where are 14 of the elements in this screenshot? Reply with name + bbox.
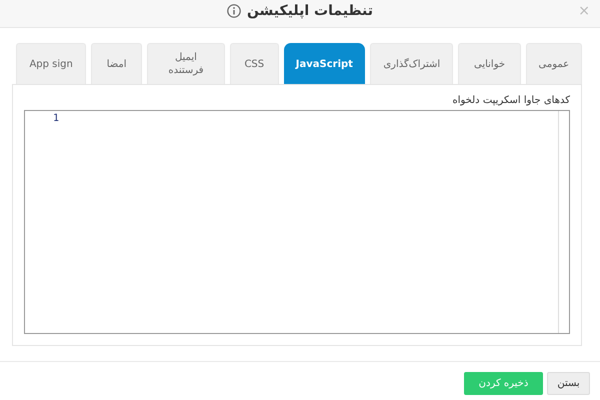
line-number: 1 (52, 113, 59, 124)
tab[interactable]: خوانایی (458, 43, 521, 84)
tab[interactable]: CSS (230, 43, 279, 84)
tab[interactable]: JavaScript (284, 43, 366, 84)
tab[interactable]: ایمیل فرستنده (146, 43, 225, 84)
tab[interactable]: اشتراک‌گذاری (370, 43, 454, 84)
tab[interactable]: عمومی (526, 43, 582, 84)
editor-label: کدهای جاوا اسکریپت دلخواه (452, 95, 570, 106)
tab[interactable]: App sign (16, 43, 86, 84)
code-editor[interactable]: 1 (24, 110, 570, 334)
dialog-button[interactable]: بستن (547, 372, 590, 395)
info-icon[interactable] (226, 4, 241, 18)
dialog-title: تنظیمات اپلیکیشن (246, 2, 374, 18)
tab[interactable]: امضا (91, 43, 142, 84)
